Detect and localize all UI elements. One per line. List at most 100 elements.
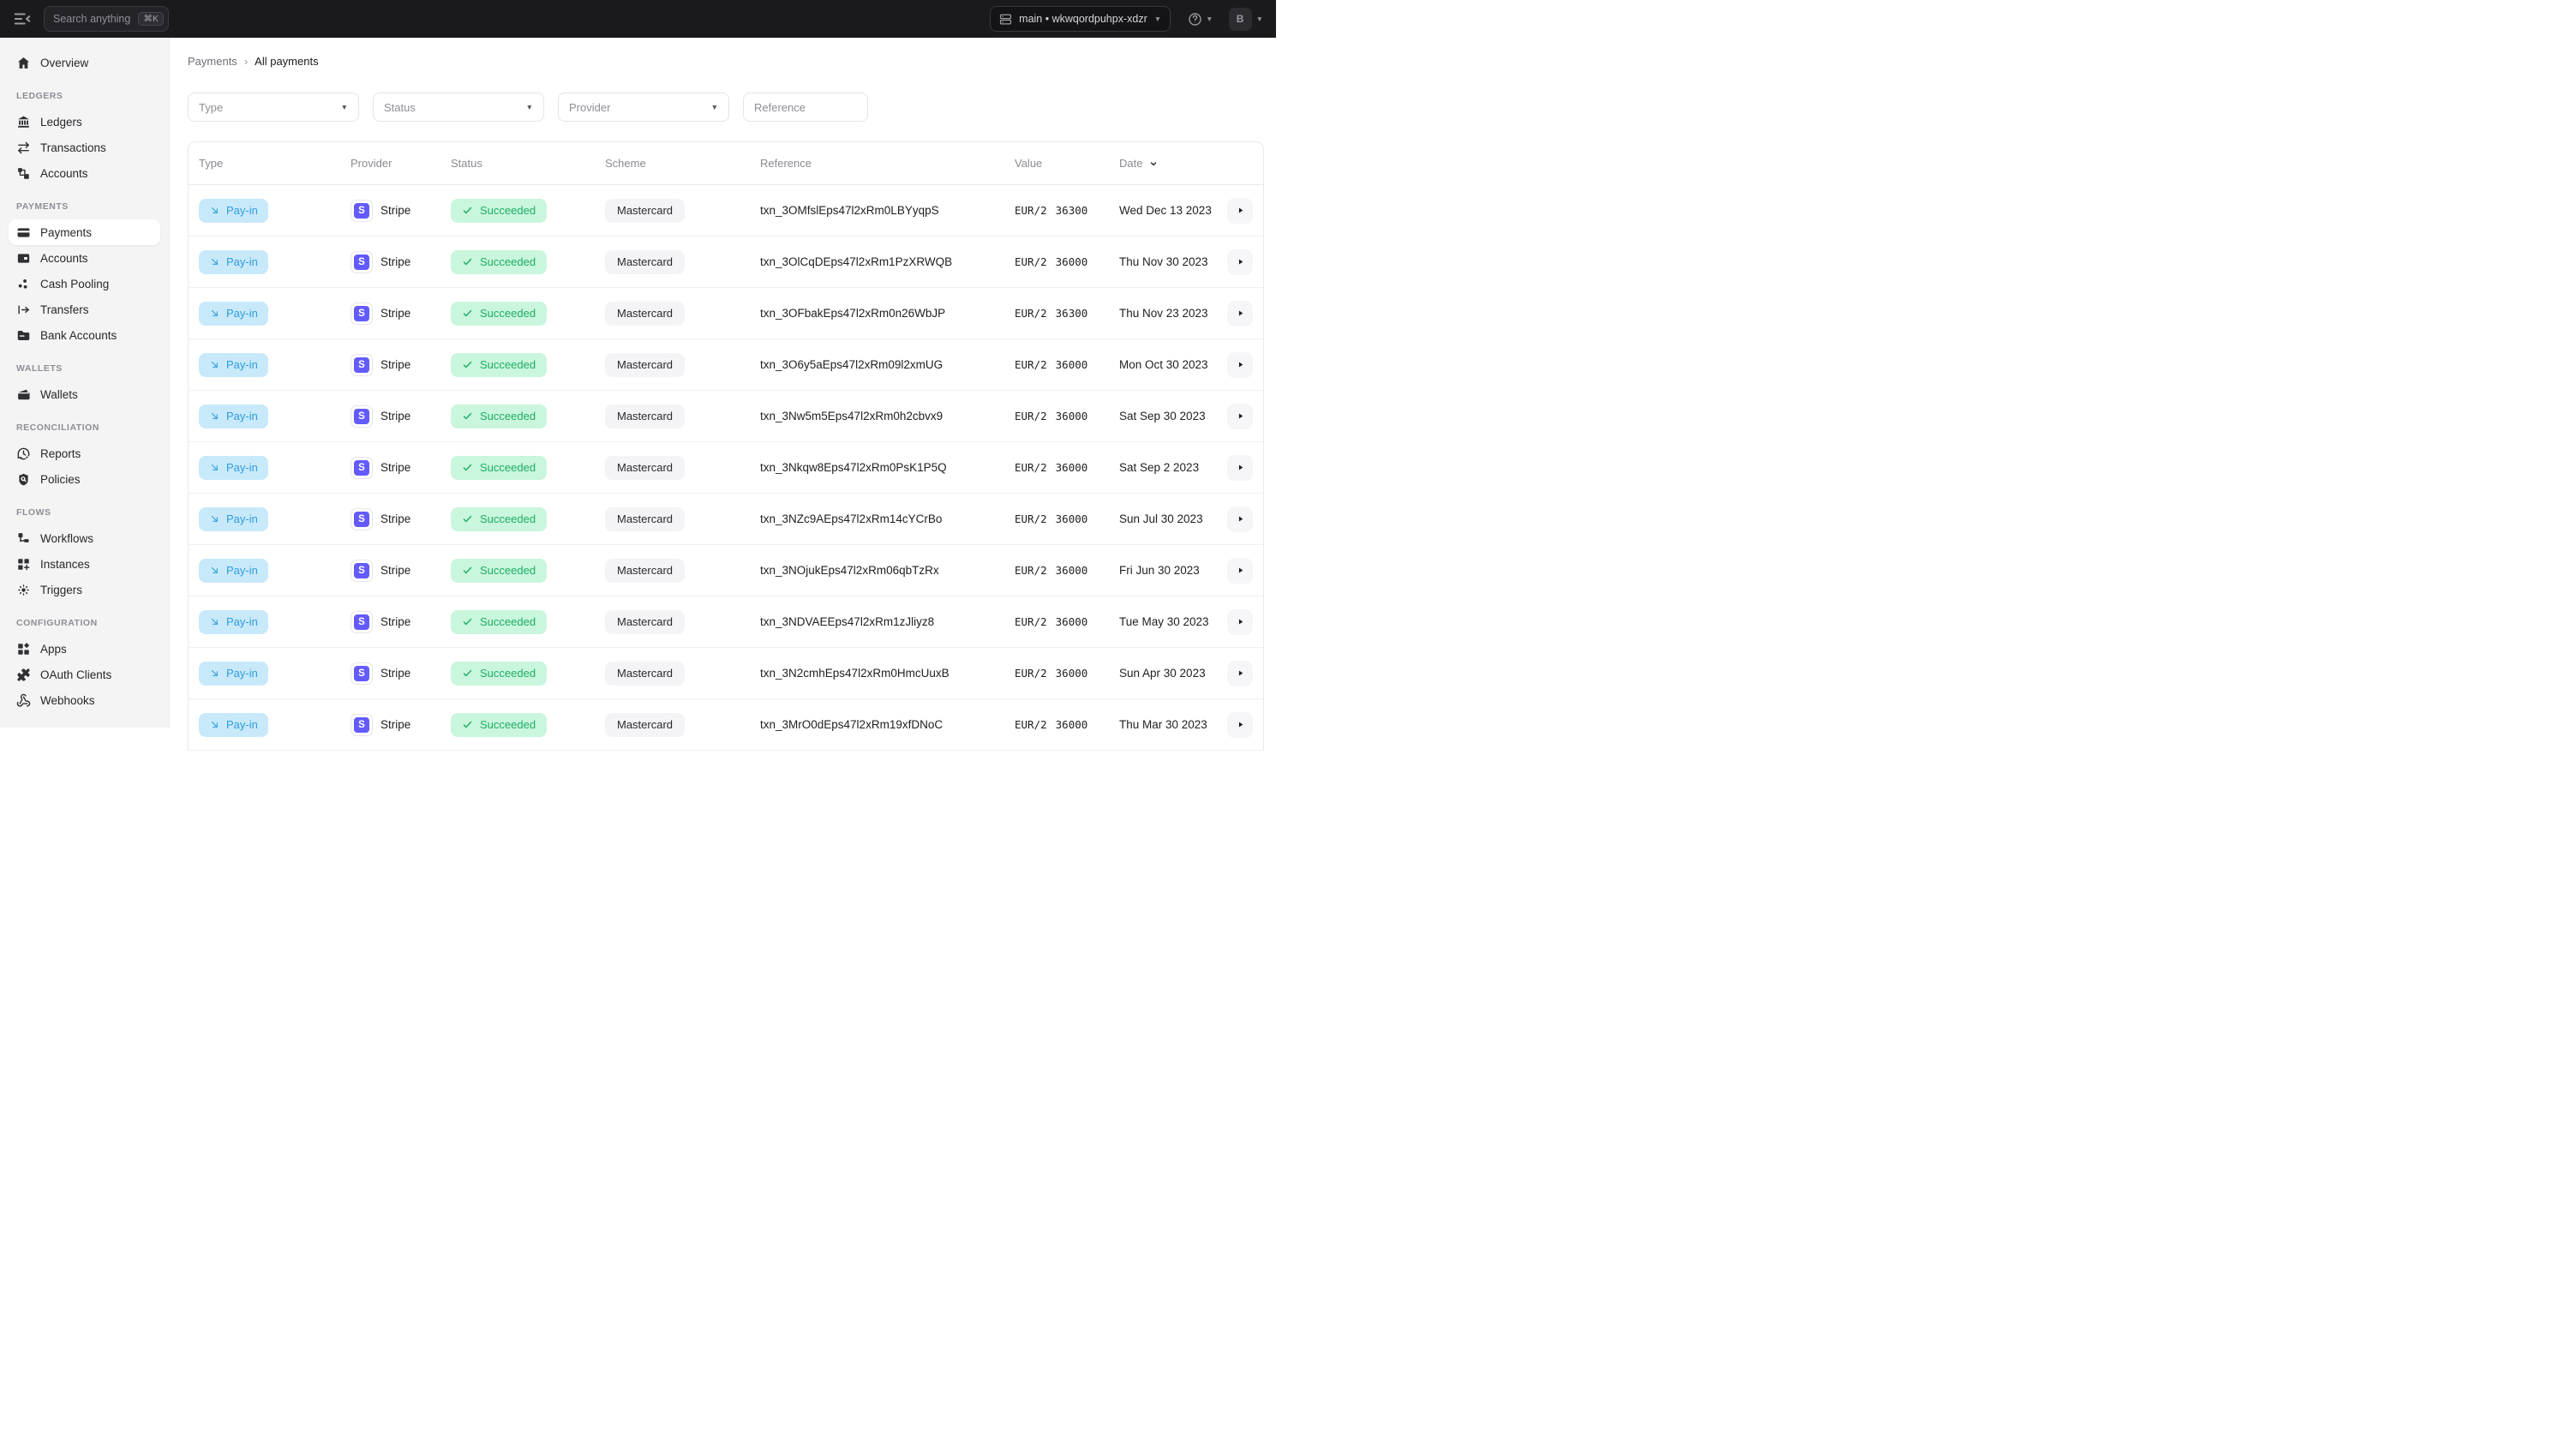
- table-row[interactable]: Pay-in S Stripe Succeeded Mastercard txn_3Nkq…: [189, 442, 1263, 494]
- filter-type-select[interactable]: Type ▼: [188, 93, 359, 122]
- value-cell: EUR/2 36300: [1015, 204, 1119, 217]
- chevron-right-icon: [1236, 514, 1245, 524]
- sidebar-item-label: Reports: [40, 446, 81, 460]
- column-header-date[interactable]: Date: [1119, 157, 1215, 170]
- stripe-logo-icon: S: [350, 404, 373, 428]
- row-detail-button[interactable]: [1227, 249, 1253, 275]
- chevron-down-icon: ▼: [1206, 14, 1213, 23]
- payment-type-badge: Pay-in: [199, 609, 268, 634]
- stripe-logo-icon: S: [350, 199, 373, 222]
- grid-plus-icon: [16, 557, 31, 572]
- table-row[interactable]: Pay-in S Stripe Succeeded Mastercard txn_3OMf…: [189, 185, 1263, 237]
- sidebar-item-reports[interactable]: Reports: [9, 440, 160, 466]
- sidebar-item-triggers[interactable]: Triggers: [9, 577, 160, 602]
- date-cell: Thu Nov 30 2023: [1119, 255, 1208, 268]
- sidebar-item-cash-pooling[interactable]: Cash Pooling: [9, 271, 160, 297]
- row-detail-button[interactable]: [1227, 197, 1253, 224]
- sidebar-section-label-ledgers: LEDGERS: [16, 91, 63, 101]
- arrow-down-right-icon: [209, 668, 220, 679]
- scheme-chip: Mastercard: [605, 558, 686, 583]
- row-detail-button[interactable]: [1227, 608, 1253, 635]
- collapse-sidebar-icon[interactable]: [13, 9, 32, 28]
- table-row[interactable]: Pay-in S Stripe Succeeded Mastercard txn_3NOj…: [189, 545, 1263, 596]
- check-icon: [462, 668, 473, 679]
- sidebar-item-transfers[interactable]: Transfers: [9, 297, 160, 322]
- date-cell: Sun Jul 30 2023: [1119, 512, 1203, 525]
- environment-selector[interactable]: main • wkwqordpuhpx-xdzr ▼: [990, 6, 1171, 32]
- sidebar-item-instances[interactable]: Instances: [9, 551, 160, 577]
- value-cell: EUR/2 36000: [1015, 410, 1119, 422]
- bank-icon: [16, 115, 31, 129]
- hierarchy-icon: [16, 166, 31, 181]
- row-detail-button[interactable]: [1227, 660, 1253, 686]
- status-badge: Succeeded: [451, 506, 548, 531]
- sidebar-item-overview[interactable]: Overview: [9, 50, 160, 75]
- sidebar-item-accounts[interactable]: Accounts: [9, 160, 160, 186]
- scheme-chip: Mastercard: [605, 661, 686, 686]
- value-amount: 36300: [1055, 204, 1088, 217]
- filter-reference-input[interactable]: [743, 93, 868, 122]
- table-row[interactable]: Pay-in S Stripe Succeeded Mastercard txn_3OFb…: [189, 288, 1263, 339]
- filter-provider-select[interactable]: Provider ▼: [558, 93, 729, 122]
- credit-card-icon: [16, 225, 31, 240]
- help-menu-button[interactable]: ▼: [1188, 12, 1213, 27]
- search-box[interactable]: ⌘K: [44, 6, 169, 32]
- wallet-card-icon: [16, 251, 31, 266]
- sidebar-item-webhooks[interactable]: Webhooks: [9, 687, 160, 713]
- provider-name: Stripe: [380, 204, 411, 217]
- environment-label: main • wkwqordpuhpx-xdzr: [1019, 13, 1147, 25]
- sidebar-item-apps[interactable]: Apps: [9, 636, 160, 662]
- sidebar-item-payments[interactable]: Payments: [9, 219, 160, 245]
- breadcrumb: Payments › All payments: [188, 55, 1264, 68]
- payment-type-badge: Pay-in: [199, 661, 268, 686]
- row-detail-button[interactable]: [1227, 300, 1253, 327]
- arrow-down-right-icon: [209, 719, 220, 730]
- status-badge: Succeeded: [451, 712, 548, 737]
- payments-table: Type Provider Status Scheme Reference Value Da…: [188, 141, 1264, 751]
- sidebar-item-label: Ledgers: [40, 115, 82, 129]
- arrow-down-right-icon: [209, 462, 220, 473]
- column-header-scheme: Scheme: [605, 157, 646, 170]
- row-detail-button[interactable]: [1227, 454, 1253, 481]
- table-row[interactable]: Pay-in S Stripe Succeeded Mastercard txn_3OlC…: [189, 237, 1263, 288]
- row-detail-button[interactable]: [1227, 403, 1253, 429]
- payment-type-badge: Pay-in: [199, 712, 268, 737]
- reference-cell: txn_3NOjukEps47l2xRm06qbTzRx: [760, 564, 939, 577]
- search-shortcut-badge: ⌘K: [138, 11, 164, 27]
- status-badge: Succeeded: [451, 352, 548, 377]
- row-detail-button[interactable]: [1227, 506, 1253, 532]
- row-detail-button[interactable]: [1227, 557, 1253, 584]
- sidebar-item-transactions[interactable]: Transactions: [9, 135, 160, 160]
- value-currency: EUR/2: [1015, 615, 1047, 628]
- sidebar-item-ledgers[interactable]: Ledgers: [9, 109, 160, 135]
- row-detail-button[interactable]: [1227, 351, 1253, 378]
- table-row[interactable]: Pay-in S Stripe Succeeded Mastercard txn_3Nw5…: [189, 391, 1263, 442]
- sidebar-item-wallets[interactable]: Wallets: [9, 381, 160, 407]
- search-input[interactable]: [53, 13, 134, 25]
- sidebar-item-policies[interactable]: Policies: [9, 466, 160, 492]
- sidebar-item-workflows[interactable]: Workflows: [9, 525, 160, 551]
- filter-status-select[interactable]: Status ▼: [373, 93, 544, 122]
- sidebar-item-bank-accounts[interactable]: Bank Accounts: [9, 322, 160, 348]
- sidebar-item-accounts[interactable]: Accounts: [9, 245, 160, 271]
- value-cell: EUR/2 36000: [1015, 667, 1119, 680]
- sidebar-item-oauth-clients[interactable]: OAuth Clients: [9, 662, 160, 687]
- table-row[interactable]: Pay-in S Stripe Succeeded Mastercard txn_3O6y…: [189, 339, 1263, 391]
- breadcrumb-parent[interactable]: Payments: [188, 55, 237, 68]
- status-badge: Succeeded: [451, 661, 548, 686]
- table-row[interactable]: Pay-in S Stripe Succeeded Mastercard txn_3NZc…: [189, 494, 1263, 545]
- table-row[interactable]: Pay-in S Stripe Succeeded Mastercard txn_3NDV…: [189, 596, 1263, 648]
- provider-name: Stripe: [380, 667, 411, 680]
- user-menu-button[interactable]: B ▼: [1228, 7, 1263, 31]
- table-row[interactable]: Pay-in S Stripe Succeeded Mastercard txn_3N2c…: [189, 648, 1263, 699]
- stripe-logo-icon: S: [350, 713, 373, 736]
- row-detail-button[interactable]: [1227, 711, 1253, 738]
- table-row[interactable]: Pay-in S Stripe Succeeded Mastercard txn_3MrO…: [189, 699, 1263, 751]
- reference-cell: txn_3NDVAEEps47l2xRm1zJliyz8: [760, 615, 935, 628]
- scheme-chip: Mastercard: [605, 506, 686, 531]
- sidebar-item-label: Payments: [40, 225, 93, 239]
- folder-icon: [16, 328, 31, 343]
- value-cell: EUR/2 36300: [1015, 307, 1119, 320]
- provider-cell: S Stripe: [350, 353, 451, 376]
- provider-name: Stripe: [380, 307, 411, 320]
